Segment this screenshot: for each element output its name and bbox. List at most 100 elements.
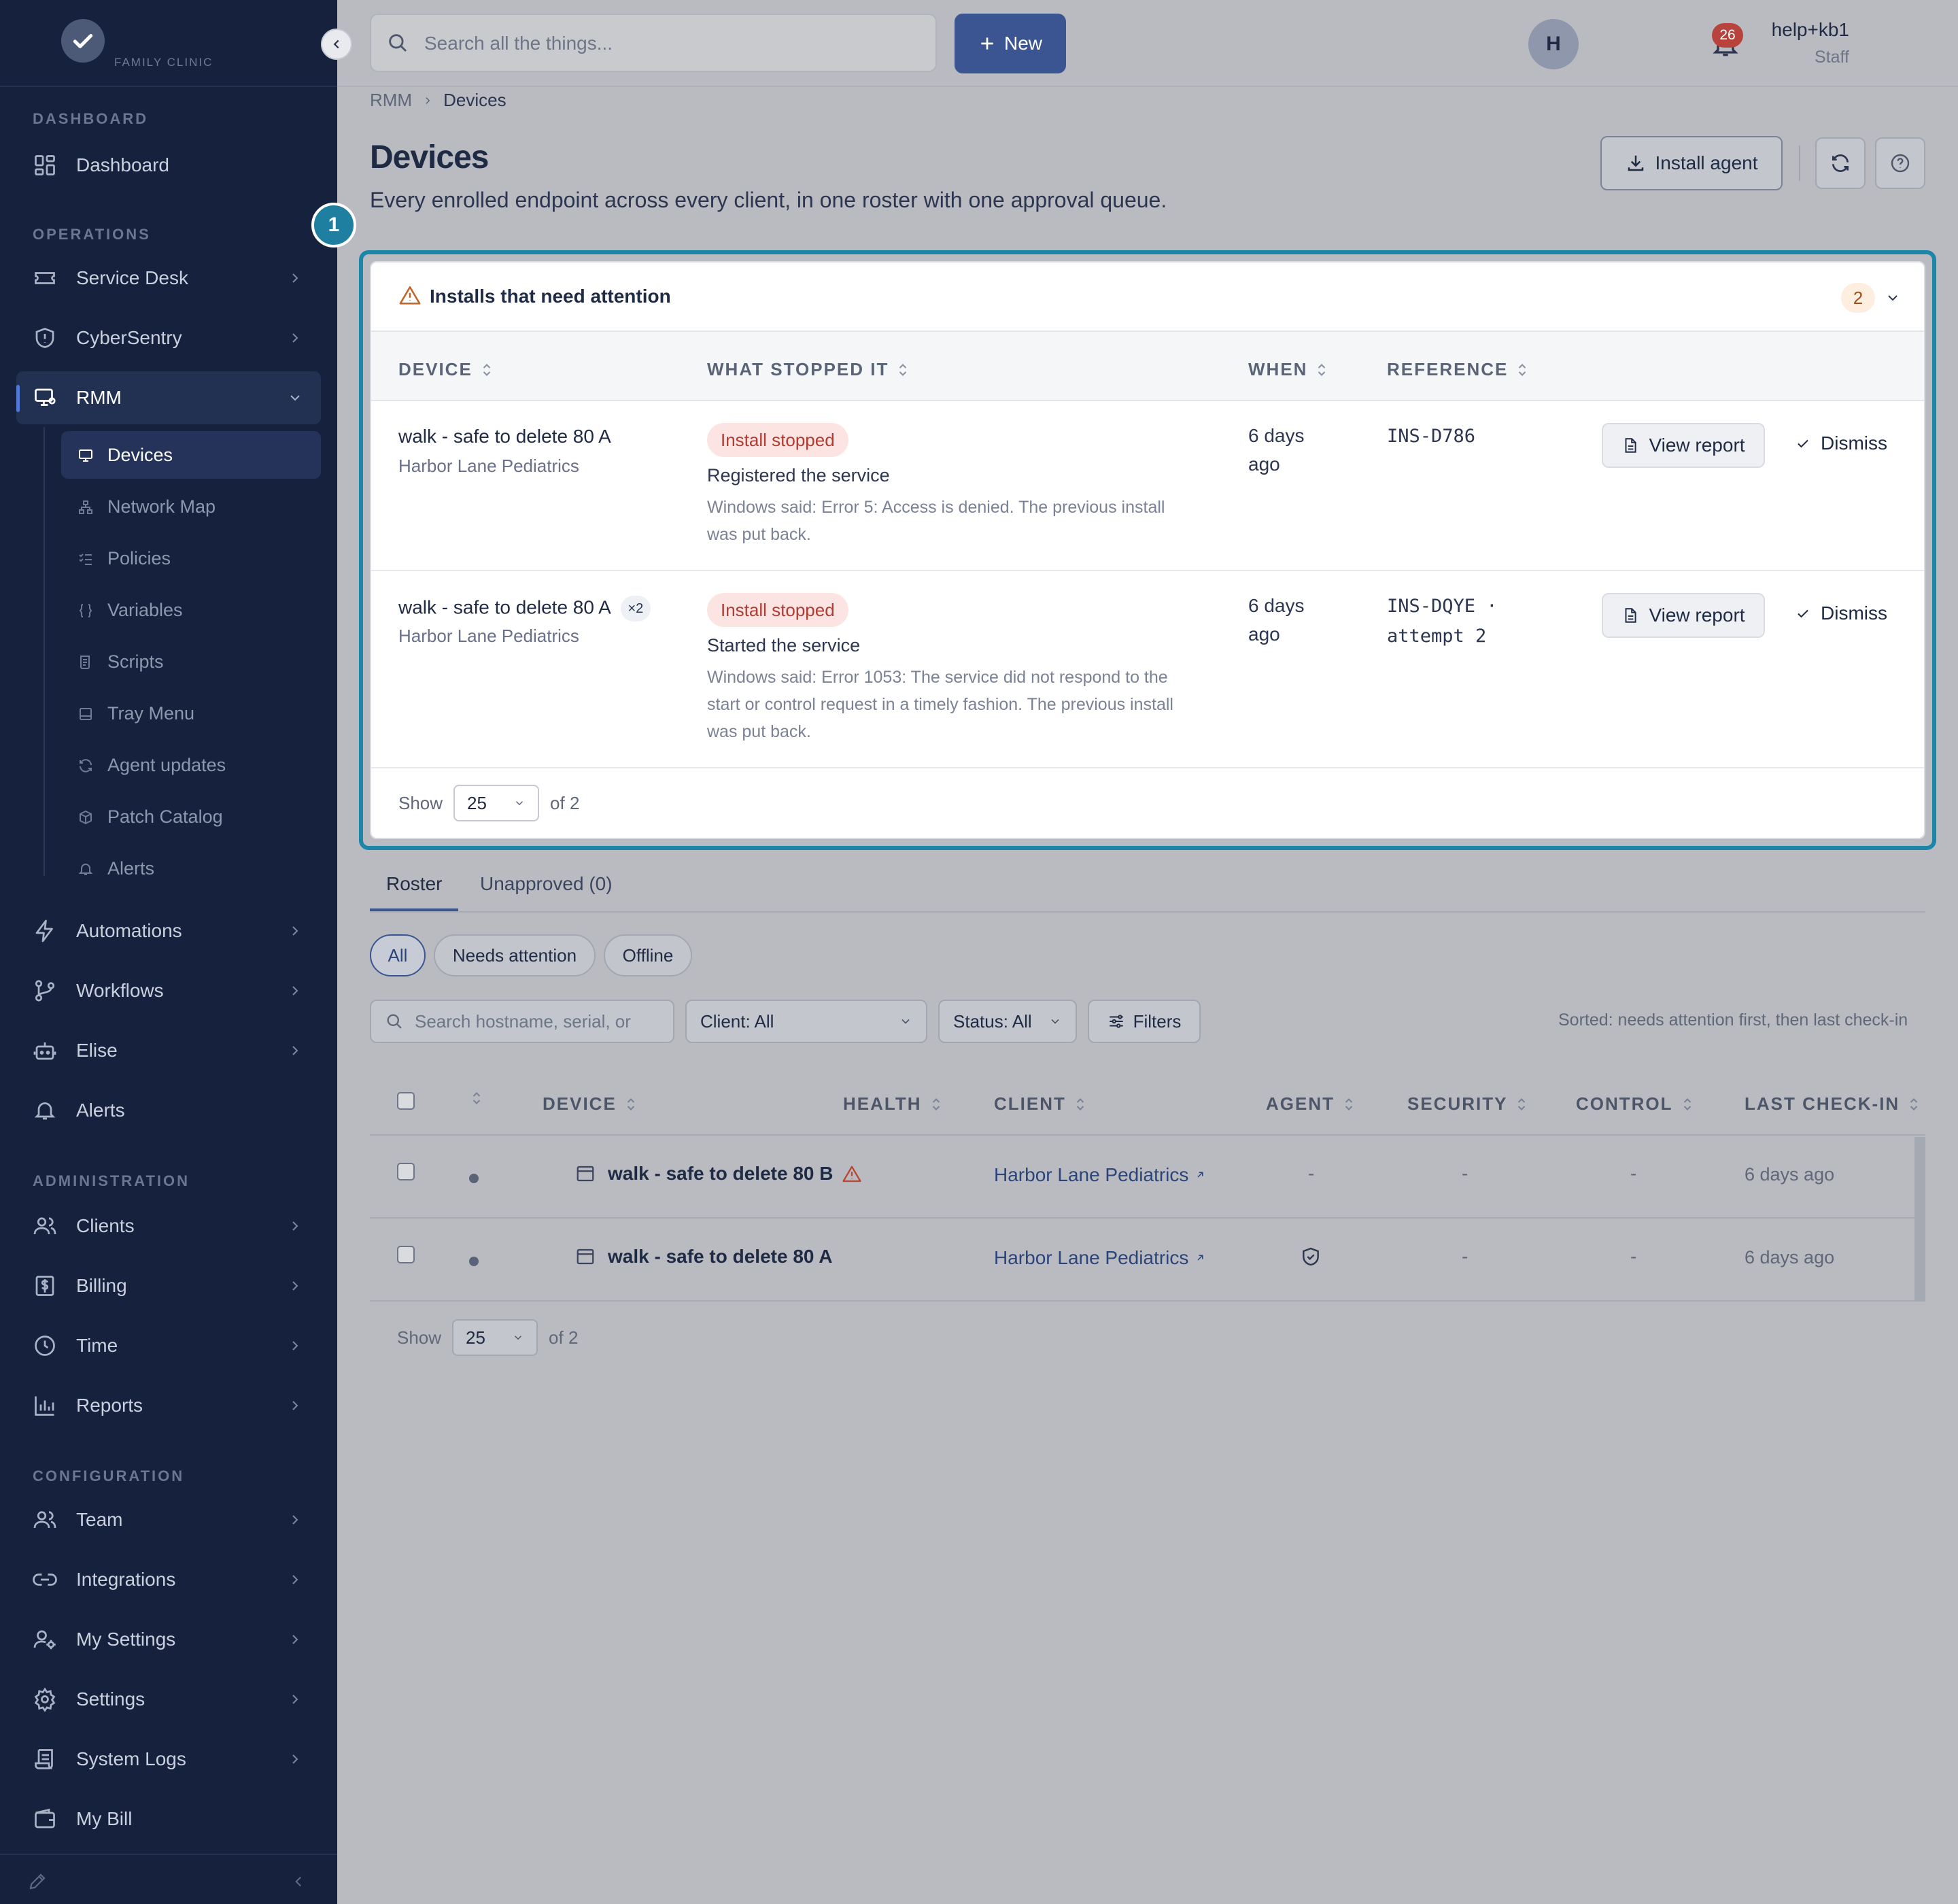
sidebar-item-my-settings[interactable]: My Settings xyxy=(16,1613,321,1666)
table-row[interactable]: walk - safe to delete 80 A Harbor Lane P… xyxy=(370,1219,1925,1302)
device-name[interactable]: walk - safe to delete 80 A ×2 xyxy=(398,596,651,622)
sort-icon[interactable] xyxy=(470,1088,483,1108)
tab-unapproved[interactable]: Unapproved (0) xyxy=(480,873,613,895)
col-agent[interactable]: AGENT xyxy=(1266,1093,1355,1115)
row-checkbox[interactable] xyxy=(397,1163,415,1180)
dismiss-button[interactable]: Dismiss xyxy=(1795,432,1887,454)
sidebar-subitem-agent-updates[interactable]: Agent updates xyxy=(61,741,321,789)
filter-chip-needs-attention[interactable]: Needs attention xyxy=(434,934,596,976)
sidebar-subitem-variables[interactable]: Variables xyxy=(61,586,321,634)
client-name: Harbor Lane Pediatrics xyxy=(994,1247,1189,1268)
refresh-button[interactable] xyxy=(1815,137,1866,189)
braces-icon xyxy=(79,604,92,617)
col-when[interactable]: WHEN xyxy=(1248,359,1328,380)
col-control[interactable]: CONTROL xyxy=(1576,1093,1694,1115)
col-last-checkin[interactable]: LAST CHECK-IN xyxy=(1745,1093,1920,1115)
sidebar-item-rmm[interactable]: RMM xyxy=(16,371,321,424)
avatar[interactable]: H xyxy=(1528,19,1579,69)
notification-count-badge[interactable]: 26 xyxy=(1712,23,1743,48)
chevron-down-icon[interactable] xyxy=(1885,290,1901,306)
tab-roster[interactable]: Roster xyxy=(386,873,442,895)
sidebar-item-my-bill[interactable]: My Bill xyxy=(16,1792,321,1846)
col-health[interactable]: HEALTH xyxy=(843,1093,942,1115)
table-row[interactable]: walk - safe to delete 80 B Harbor Lane P… xyxy=(370,1136,1925,1219)
sidebar-item-team[interactable]: Team xyxy=(16,1493,321,1546)
col-device[interactable]: DEVICE xyxy=(398,359,493,380)
status-filter-select[interactable]: Status: All xyxy=(938,1000,1077,1043)
view-report-button[interactable]: View report xyxy=(1602,423,1765,468)
sort-icon xyxy=(1910,1098,1918,1110)
chevron-right-icon xyxy=(292,1281,298,1291)
global-search-input[interactable]: Search all the things... xyxy=(370,14,937,72)
collapse-sidebar-button[interactable] xyxy=(321,29,352,60)
sidebar-item-alerts[interactable]: Alerts xyxy=(16,1084,321,1137)
chevron-left-icon[interactable] xyxy=(290,1873,307,1890)
sidebar-subitem-label: Tray Menu xyxy=(107,702,195,724)
page-size-select[interactable]: 25 xyxy=(453,785,540,821)
sidebar-item-billing[interactable]: Billing xyxy=(16,1259,321,1312)
sidebar-subitem-scripts[interactable]: Scripts xyxy=(61,638,321,685)
pencil-icon[interactable] xyxy=(27,1871,48,1892)
monitor-gear-icon xyxy=(35,388,56,406)
download-icon xyxy=(1628,155,1643,171)
col-client-label: CLIENT xyxy=(994,1093,1066,1114)
select-all-checkbox[interactable] xyxy=(397,1092,415,1110)
sidebar-item-dashboard[interactable]: Dashboard xyxy=(16,139,321,192)
filter-chip-offline[interactable]: Offline xyxy=(604,934,692,976)
page-size-select[interactable]: 25 xyxy=(452,1319,538,1356)
dismiss-button[interactable]: Dismiss xyxy=(1795,602,1887,624)
user-role: Staff xyxy=(1815,48,1849,67)
sidebar-item-clients[interactable]: Clients xyxy=(16,1200,321,1253)
row-checkbox[interactable] xyxy=(397,1246,415,1263)
roster-search-input[interactable]: Search hostname, serial, or xyxy=(370,1000,674,1043)
sidebar-item-label: Automations xyxy=(76,920,182,941)
col-reference[interactable]: REFERENCE xyxy=(1387,359,1528,380)
sidebar-item-reports[interactable]: Reports xyxy=(16,1379,321,1432)
sidebar-item-settings[interactable]: Settings xyxy=(16,1673,321,1726)
when: 6 days ago xyxy=(1248,595,1305,645)
sidebar-item-integrations[interactable]: Integrations xyxy=(16,1553,321,1606)
client-link[interactable]: Harbor Lane Pediatrics xyxy=(994,1164,1206,1186)
check-icon xyxy=(1798,609,1808,618)
pager-show-label: Show xyxy=(398,792,443,813)
sidebar-item-automations[interactable]: Automations xyxy=(16,904,321,957)
repeat-count-badge: ×2 xyxy=(620,596,651,622)
attention-panel-header[interactable]: Installs that need attention 2 xyxy=(371,262,1924,330)
device-cell[interactable]: walk - safe to delete 80 B xyxy=(575,1163,833,1185)
device-name[interactable]: walk - safe to delete 80 A xyxy=(398,426,611,447)
col-device[interactable]: DEVICE xyxy=(543,1093,637,1115)
client-link[interactable]: Harbor Lane Pediatrics xyxy=(994,1247,1206,1269)
dismiss-label: Dismiss xyxy=(1821,432,1887,454)
sidebar-subitem-label: Devices xyxy=(107,444,173,465)
sidebar-item-time[interactable]: Time xyxy=(16,1319,321,1372)
sidebar-item-elise[interactable]: Elise xyxy=(16,1024,321,1077)
table-scroll-edge xyxy=(1914,1137,1925,1302)
filters-button[interactable]: Filters xyxy=(1088,1000,1201,1043)
sidebar-item-workflows[interactable]: Workflows xyxy=(16,964,321,1017)
brand-logo[interactable] xyxy=(61,19,105,63)
help-button[interactable] xyxy=(1875,137,1925,189)
page-size-value: 25 xyxy=(466,1327,485,1348)
view-report-button[interactable]: View report xyxy=(1602,593,1765,638)
new-button[interactable]: New xyxy=(955,14,1066,73)
install-agent-button[interactable]: Install agent xyxy=(1600,136,1783,190)
sidebar-subitem-patch-catalog[interactable]: Patch Catalog xyxy=(61,793,321,840)
sidebar-subitem-tray-menu[interactable]: Tray Menu xyxy=(61,690,321,737)
chevron-right-icon xyxy=(292,1401,298,1410)
user-name[interactable]: help+kb1 xyxy=(1772,19,1849,41)
sidebar-item-cybersentry[interactable]: CyberSentry xyxy=(16,311,321,364)
sidebar-subitem-policies[interactable]: Policies xyxy=(61,534,321,582)
sidebar-subitem-alerts[interactable]: Alerts xyxy=(61,845,321,892)
filter-chip-all[interactable]: All xyxy=(370,934,426,976)
col-what-stopped[interactable]: WHAT STOPPED IT xyxy=(707,359,909,380)
device-cell[interactable]: walk - safe to delete 80 A xyxy=(575,1246,832,1268)
sidebar-subitem-devices[interactable]: Devices xyxy=(61,431,321,479)
col-client[interactable]: CLIENT xyxy=(994,1093,1086,1115)
client-filter-select[interactable]: Client: All xyxy=(685,1000,927,1043)
sidebar-item-system-logs[interactable]: System Logs xyxy=(16,1733,321,1786)
col-security[interactable]: SECURITY xyxy=(1407,1093,1528,1115)
bell-icon xyxy=(34,1102,56,1120)
sidebar-subitem-network-map[interactable]: Network Map xyxy=(61,483,321,530)
sidebar-item-service-desk[interactable]: Service Desk xyxy=(16,252,321,305)
breadcrumb-rmm-link[interactable]: RMM xyxy=(370,90,412,111)
